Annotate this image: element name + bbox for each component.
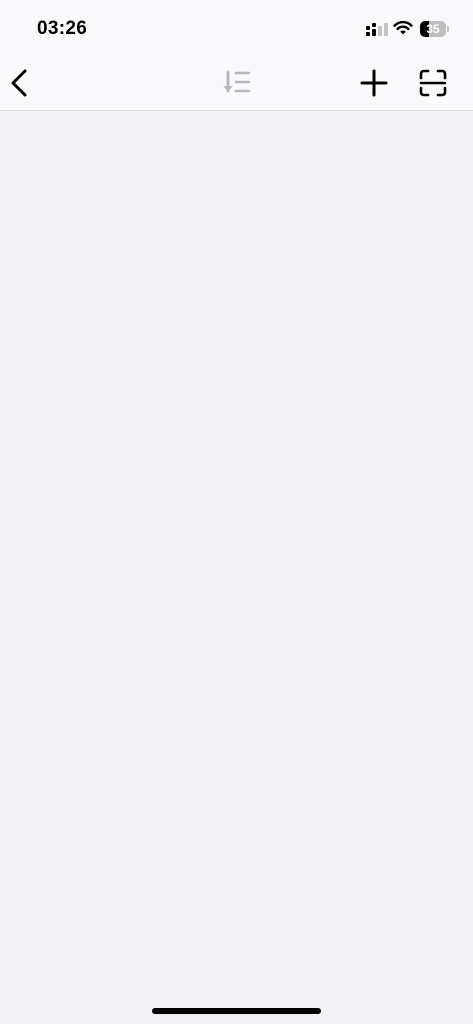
header: 03:26 35 <box>0 0 473 111</box>
status-time: 03:26 <box>37 18 88 39</box>
battery-cap <box>447 26 449 32</box>
sort-button[interactable] <box>218 66 256 100</box>
chevron-left-icon <box>11 69 27 97</box>
sort-descending-icon <box>223 70 251 93</box>
battery-percent: 35 <box>426 22 440 36</box>
scan-button[interactable] <box>414 64 452 102</box>
add-button[interactable] <box>355 64 393 102</box>
home-indicator[interactable] <box>152 1008 321 1014</box>
back-button[interactable] <box>2 64 38 102</box>
plus-icon <box>360 69 388 97</box>
cellular-signal-icon <box>366 23 388 36</box>
battery-indicator: 35 <box>420 21 450 37</box>
battery-icon: 35 <box>420 21 446 37</box>
app-screen: 03:26 35 <box>0 0 473 1024</box>
status-bar: 03:26 35 <box>0 0 473 56</box>
wifi-icon <box>393 20 413 35</box>
navigation-bar <box>0 56 473 110</box>
scan-icon <box>419 69 447 97</box>
content-area <box>0 111 473 1024</box>
